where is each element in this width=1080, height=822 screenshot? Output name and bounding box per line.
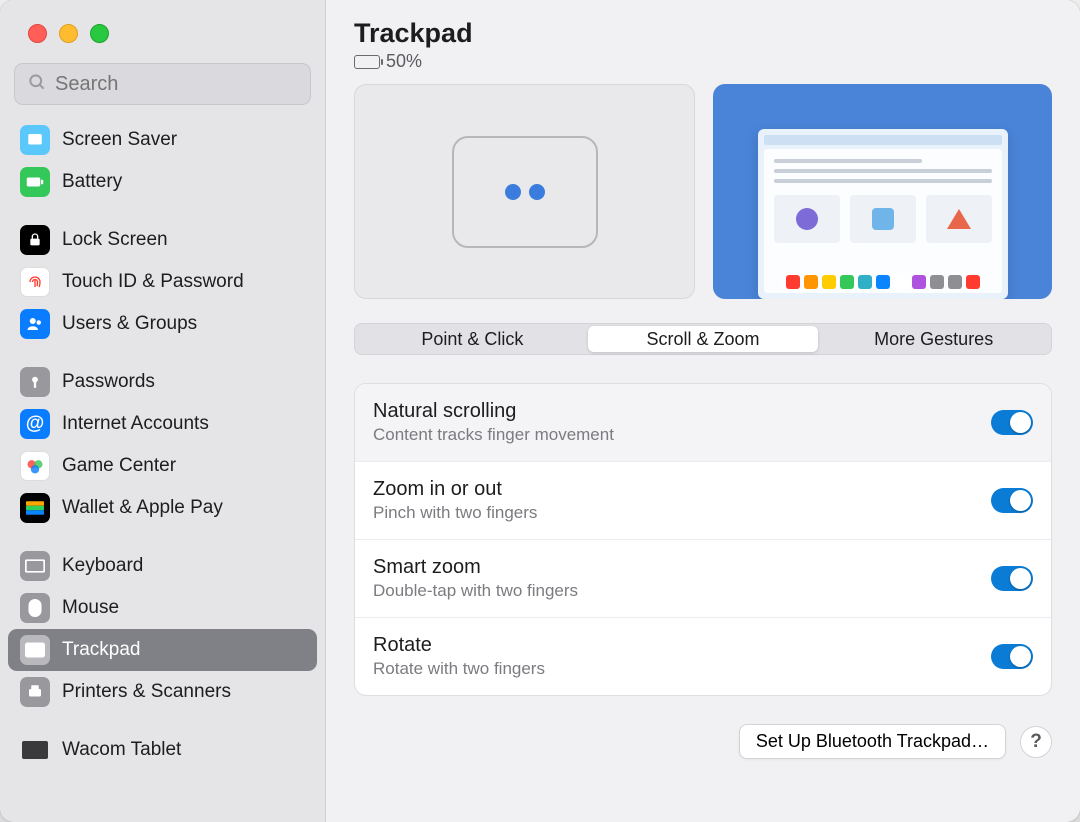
setting-rotate: Rotate Rotate with two fingers [355, 617, 1051, 695]
wallet-icon [20, 493, 50, 523]
gesture-preview-trackpad [354, 84, 695, 299]
internet-accounts-icon: @ [20, 409, 50, 439]
sidebar-item-touch-id[interactable]: Touch ID & Password [8, 261, 317, 303]
window-controls [0, 24, 325, 63]
help-button[interactable]: ? [1020, 726, 1052, 758]
search-input[interactable] [55, 73, 320, 96]
sidebar-item-label: Keyboard [62, 555, 143, 577]
toggle-smart-zoom[interactable] [991, 566, 1033, 591]
users-groups-icon [20, 309, 50, 339]
trackpad-icon [20, 635, 50, 665]
dock-illustration [782, 271, 984, 293]
sidebar-item-users-groups[interactable]: Users & Groups [8, 303, 317, 345]
tab-segmented-control: Point & Click Scroll & Zoom More Gesture… [354, 323, 1052, 355]
passwords-icon [20, 367, 50, 397]
sidebar-item-printers[interactable]: Printers & Scanners [8, 671, 317, 713]
tab-more-gestures[interactable]: More Gestures [818, 326, 1049, 352]
sidebar-item-label: Users & Groups [62, 313, 197, 335]
keyboard-icon [20, 551, 50, 581]
setting-description: Double-tap with two fingers [373, 581, 975, 601]
battery-status: 50% [354, 51, 1052, 72]
trackpad-illustration [452, 136, 598, 248]
main-content: Trackpad 50% [326, 0, 1080, 822]
search-icon [27, 72, 47, 97]
gesture-preview-screen [713, 84, 1052, 299]
settings-window: Screen Saver Battery Lock Screen Touch [0, 0, 1080, 822]
screen-saver-icon [20, 125, 50, 155]
setting-description: Rotate with two fingers [373, 659, 975, 679]
wacom-icon [20, 735, 50, 765]
zoom-window-button[interactable] [90, 24, 109, 43]
settings-list: Natural scrolling Content tracks finger … [354, 383, 1052, 696]
sidebar-item-label: Screen Saver [62, 129, 177, 151]
setting-smart-zoom: Smart zoom Double-tap with two fingers [355, 539, 1051, 617]
sidebar-item-screen-saver[interactable]: Screen Saver [8, 119, 317, 161]
minimize-window-button[interactable] [59, 24, 78, 43]
sidebar-item-label: Touch ID & Password [62, 271, 244, 293]
battery-icon [20, 167, 50, 197]
toggle-rotate[interactable] [991, 644, 1033, 669]
toggle-zoom[interactable] [991, 488, 1033, 513]
touch-id-icon [20, 267, 50, 297]
sidebar-item-game-center[interactable]: Game Center [8, 445, 317, 487]
mouse-icon [20, 593, 50, 623]
search-field[interactable] [14, 63, 311, 105]
sidebar-item-label: Game Center [62, 455, 176, 477]
tab-scroll-zoom[interactable]: Scroll & Zoom [588, 326, 819, 352]
sidebar-item-internet-accounts[interactable]: @ Internet Accounts [8, 403, 317, 445]
toggle-natural-scrolling[interactable] [991, 410, 1033, 435]
sidebar-item-wacom[interactable]: Wacom Tablet [8, 729, 317, 771]
sidebar-item-wallet[interactable]: Wallet & Apple Pay [8, 487, 317, 529]
tab-point-click[interactable]: Point & Click [357, 326, 588, 352]
sidebar-item-keyboard[interactable]: Keyboard [8, 545, 317, 587]
sidebar-item-label: Mouse [62, 597, 119, 619]
sidebar-item-trackpad[interactable]: Trackpad [8, 629, 317, 671]
sidebar: Screen Saver Battery Lock Screen Touch [0, 0, 326, 822]
sidebar-item-label: Lock Screen [62, 229, 168, 251]
sidebar-item-label: Wallet & Apple Pay [62, 497, 223, 519]
sidebar-item-label: Internet Accounts [62, 413, 209, 435]
printers-icon [20, 677, 50, 707]
sidebar-item-battery[interactable]: Battery [8, 161, 317, 203]
sidebar-list: Screen Saver Battery Lock Screen Touch [0, 119, 325, 822]
setting-description: Content tracks finger movement [373, 425, 975, 445]
setting-title: Rotate [373, 634, 975, 657]
setting-title: Zoom in or out [373, 478, 975, 501]
setting-description: Pinch with two fingers [373, 503, 975, 523]
game-center-icon [20, 451, 50, 481]
sidebar-item-label: Passwords [62, 371, 155, 393]
sidebar-item-label: Wacom Tablet [62, 739, 181, 761]
sidebar-item-label: Trackpad [62, 639, 141, 661]
setting-zoom: Zoom in or out Pinch with two fingers [355, 461, 1051, 539]
setting-title: Smart zoom [373, 556, 975, 579]
sidebar-item-passwords[interactable]: Passwords [8, 361, 317, 403]
battery-level-text: 50% [386, 51, 422, 72]
battery-level-icon [354, 55, 380, 69]
sidebar-item-label: Printers & Scanners [62, 681, 231, 703]
sidebar-item-mouse[interactable]: Mouse [8, 587, 317, 629]
setting-natural-scrolling: Natural scrolling Content tracks finger … [355, 384, 1051, 461]
lock-screen-icon [20, 225, 50, 255]
sidebar-item-label: Battery [62, 171, 122, 193]
close-window-button[interactable] [28, 24, 47, 43]
setting-title: Natural scrolling [373, 400, 975, 423]
page-title: Trackpad [354, 18, 1052, 49]
sidebar-item-lock-screen[interactable]: Lock Screen [8, 219, 317, 261]
setup-bluetooth-trackpad-button[interactable]: Set Up Bluetooth Trackpad… [739, 724, 1006, 759]
